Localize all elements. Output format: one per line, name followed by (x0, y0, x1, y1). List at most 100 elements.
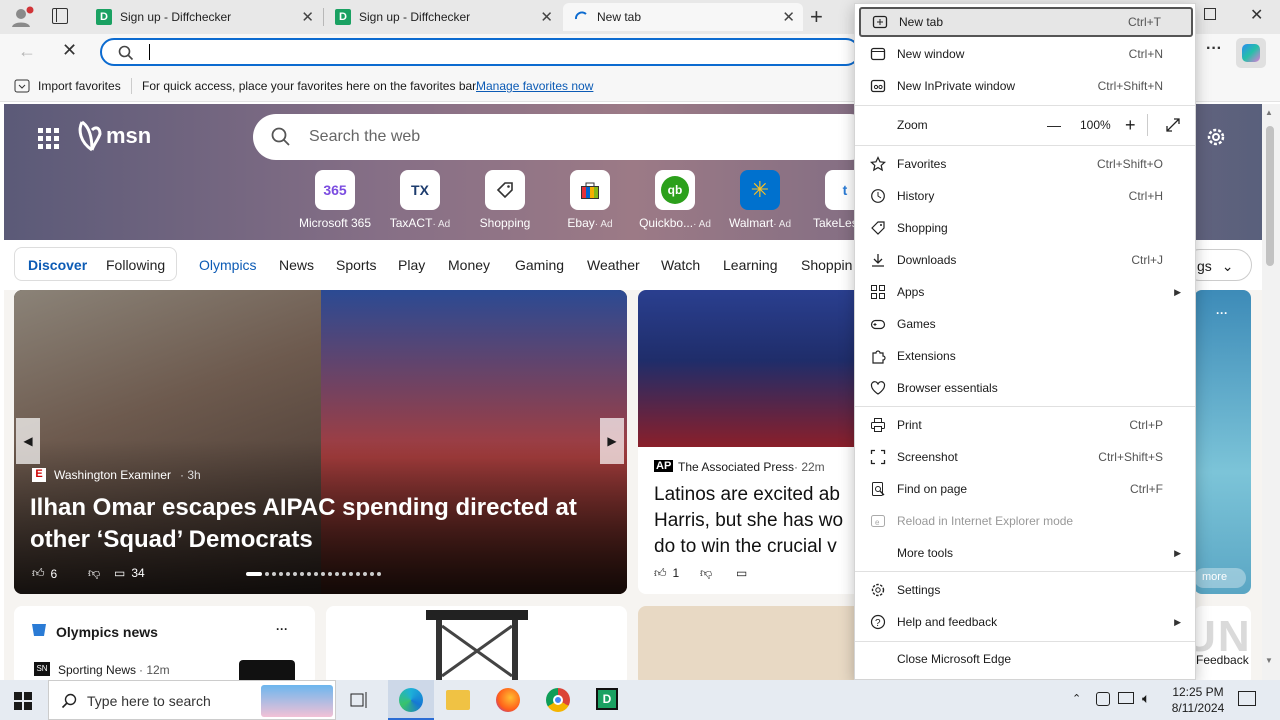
tab-diffchecker-2[interactable]: D Sign up - Diffchecker ✕ (325, 3, 561, 31)
quick-link-quickbooks[interactable]: qb Quickbo...· Ad (635, 170, 715, 230)
printer-icon (869, 416, 887, 434)
menu-apps[interactable]: Apps ▶ (859, 277, 1193, 307)
show-hidden-icons-chevron[interactable]: ⌃ (1072, 692, 1081, 705)
zoom-out-button[interactable]: — (1047, 117, 1061, 133)
msn-logo[interactable]: msn (76, 120, 151, 152)
quick-link-taxact[interactable]: TX TaxACT· Ad (380, 170, 460, 230)
olympics-news-card[interactable]: Olympics news ··· SN Sporting News · 12m (14, 606, 315, 680)
page-settings-gear-icon[interactable] (1205, 126, 1227, 148)
restore-window-icon[interactable] (1204, 8, 1216, 20)
tab-close-icon[interactable]: ✕ (782, 8, 795, 26)
taskbar-edge[interactable] (388, 680, 434, 720)
notifications-icon[interactable] (1238, 691, 1256, 706)
device-icon[interactable] (1096, 692, 1110, 706)
settings-and-more-icon[interactable]: ··· (1206, 40, 1222, 58)
menu-find-on-page[interactable]: Find on page Ctrl+F (859, 474, 1193, 504)
carousel-prev-button[interactable]: ◀ (16, 418, 40, 464)
menu-new-inprivate-window[interactable]: New InPrivate window Ctrl+Shift+N (859, 71, 1193, 101)
address-bar[interactable] (100, 38, 860, 66)
story-headline[interactable]: Latinos are excited ab Harris, but she h… (654, 482, 843, 560)
nav-weather[interactable]: Weather (587, 257, 640, 273)
profile-avatar[interactable] (10, 6, 34, 28)
comments-button[interactable]: ▭ 34 (114, 566, 145, 580)
menu-settings[interactable]: Settings (859, 575, 1193, 605)
nav-watch[interactable]: Watch (661, 257, 700, 273)
quick-link-walmart[interactable]: ✳ Walmart· Ad (720, 170, 800, 230)
menu-games[interactable]: Games (859, 309, 1193, 339)
apps-grid-icon[interactable] (38, 128, 59, 149)
dislike-button[interactable]: 👎︎ (88, 566, 100, 581)
tab-close-icon[interactable]: ✕ (301, 8, 314, 26)
nav-play[interactable]: Play (398, 257, 425, 273)
firefox-icon[interactable] (496, 688, 520, 712)
new-tab-button[interactable]: + (810, 4, 823, 30)
web-search-box[interactable]: Search the web (253, 114, 873, 160)
windows-start-icon[interactable] (14, 692, 32, 710)
network-icon[interactable] (1118, 692, 1134, 704)
tab-diffchecker-1[interactable]: D Sign up - Diffchecker ✕ (86, 3, 322, 31)
nav-shopping[interactable]: Shoppin (801, 257, 852, 273)
menu-new-tab[interactable]: New tab Ctrl+T (859, 7, 1193, 37)
more-options-icon[interactable]: ··· (276, 622, 288, 636)
like-button[interactable]: 👍︎ 1 (654, 566, 679, 581)
menu-shopping[interactable]: Shopping (859, 213, 1193, 243)
menu-extensions[interactable]: Extensions (859, 341, 1193, 371)
carousel-next-button[interactable]: ▶ (600, 418, 624, 464)
nav-news[interactable]: News (279, 257, 314, 273)
page-scrollbar[interactable]: ▲ ▼ (1262, 104, 1280, 680)
tab-close-icon[interactable]: ✕ (540, 8, 553, 26)
back-arrow-icon[interactable]: ← (18, 41, 36, 62)
zoom-in-button[interactable]: + (1125, 115, 1136, 136)
dislike-button[interactable]: 👎︎ (700, 566, 712, 581)
fullscreen-icon[interactable] (1165, 117, 1181, 133)
story-card-partial[interactable] (638, 606, 868, 680)
quick-link-shopping[interactable]: Shopping (465, 170, 545, 230)
scrollbar-thumb[interactable] (1266, 126, 1274, 266)
msn-butterfly-icon (78, 120, 102, 152)
tab-actions-icon[interactable] (52, 8, 68, 24)
file-explorer-icon[interactable] (446, 690, 470, 710)
volume-icon[interactable]: 🔈︎ (1142, 690, 1150, 707)
nav-following[interactable]: Following (106, 257, 165, 273)
quick-link-microsoft-365[interactable]: 365 Microsoft 365 (295, 170, 375, 230)
clock[interactable]: 12:25 PM 8/11/2024 (1168, 684, 1228, 716)
see-more-pill[interactable]: more (1194, 568, 1246, 588)
import-favorites-button[interactable]: Import favorites (38, 79, 121, 93)
menu-new-window[interactable]: New window Ctrl+N (859, 39, 1193, 69)
menu-screenshot[interactable]: Screenshot Ctrl+Shift+S (859, 442, 1193, 472)
product-card[interactable] (326, 606, 627, 680)
nav-olympics[interactable]: Olympics (199, 257, 257, 273)
chrome-icon[interactable] (546, 688, 570, 712)
main-story-card[interactable]: ◀ ▶ E Washington Examiner · 3h Ilhan Oma… (14, 290, 627, 594)
menu-print[interactable]: Print Ctrl+P (859, 410, 1193, 440)
nav-gaming[interactable]: Gaming (515, 257, 564, 273)
comment-button[interactable]: ▭ (736, 566, 747, 580)
nav-discover[interactable]: Discover (28, 257, 87, 273)
quick-link-ebay[interactable]: Ebay· Ad (550, 170, 630, 230)
second-story-card[interactable]: AP The Associated Press · 22m Latinos ar… (638, 290, 868, 594)
stop-loading-icon[interactable]: ✕ (62, 40, 77, 61)
tab-new-tab[interactable]: New tab ✕ (563, 3, 803, 31)
like-button[interactable]: 👍︎ 6 (32, 566, 57, 581)
menu-browser-essentials[interactable]: Browser essentials (859, 373, 1193, 403)
menu-favorites[interactable]: Favorites Ctrl+Shift+O (859, 149, 1193, 179)
menu-history[interactable]: History Ctrl+H (859, 181, 1193, 211)
diffchecker-taskbar-icon[interactable]: D (596, 688, 618, 710)
text-cursor (149, 44, 150, 60)
copilot-button[interactable] (1236, 38, 1266, 68)
more-options-icon[interactable]: ··· (1216, 306, 1228, 320)
task-view-icon[interactable] (350, 691, 370, 709)
story-headline[interactable]: Ilhan Omar escapes AIPAC spending direct… (30, 492, 577, 556)
import-favorites-icon (14, 79, 30, 93)
menu-close-microsoft-edge[interactable]: Close Microsoft Edge (859, 644, 1193, 674)
nav-learning[interactable]: Learning (723, 257, 778, 273)
menu-downloads[interactable]: Downloads Ctrl+J (859, 245, 1193, 275)
taskbar-search-box[interactable]: Type here to search (48, 680, 336, 720)
nav-money[interactable]: Money (448, 257, 490, 273)
menu-help-and-feedback[interactable]: ? Help and feedback ▶ (859, 607, 1193, 637)
weather-card-partial[interactable]: ··· more (1194, 290, 1251, 594)
menu-more-tools[interactable]: More tools ▶ (859, 538, 1193, 568)
nav-sports[interactable]: Sports (336, 257, 376, 273)
close-window-icon[interactable]: ✕ (1250, 5, 1263, 25)
manage-favorites-link[interactable]: Manage favorites now (476, 79, 593, 93)
